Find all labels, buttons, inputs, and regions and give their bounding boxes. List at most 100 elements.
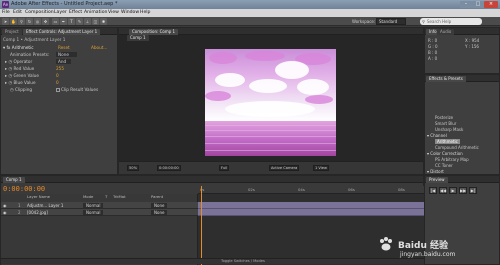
comp-subtab[interactable]: Comp 1 <box>127 35 149 41</box>
eye-icon[interactable]: ◉ <box>3 203 7 208</box>
tab-effect-controls[interactable]: Effect Controls: Adjustment Layer 1 <box>23 29 101 35</box>
magnification-select[interactable]: 50% <box>127 165 139 171</box>
tab-effects-presets[interactable]: Effects & Presets <box>426 76 466 82</box>
timeline-graph[interactable]: 0s 02s 04s 06s 08s <box>198 186 425 265</box>
header-layer-name[interactable]: Layer Name <box>27 194 50 200</box>
menu-composition[interactable]: Composition <box>25 10 54 15</box>
layer-duration-bar[interactable] <box>198 202 425 209</box>
layer-parent-select[interactable]: None <box>151 203 168 208</box>
close-button[interactable]: × <box>484 1 498 8</box>
menu-animation[interactable]: Animation <box>84 10 107 15</box>
hand-tool-icon[interactable]: ✋ <box>10 18 17 25</box>
operator-select[interactable]: And <box>56 59 72 64</box>
layer-mode-select[interactable]: Normal <box>83 203 104 208</box>
layer-row[interactable]: ◉ 2 [0042.jpg] Normal None <box>1 209 198 216</box>
current-time-display[interactable]: 0:00:00:00 <box>157 165 181 171</box>
layer-parent-select[interactable]: None <box>151 210 168 215</box>
first-frame-button[interactable]: |◀ <box>429 187 437 194</box>
stopwatch-icon[interactable]: ◷ <box>8 59 12 64</box>
effects-list-item[interactable]: Unsharp Mask <box>435 127 463 132</box>
header-parent[interactable]: Parent <box>151 194 163 200</box>
pen-tool-icon[interactable]: ✒ <box>60 18 67 25</box>
header-mode[interactable]: Mode <box>83 194 93 200</box>
green-value[interactable]: 0 <box>56 73 59 78</box>
white-cloud <box>249 79 287 93</box>
tab-audio[interactable]: Audio <box>437 29 455 35</box>
search-help-input[interactable]: ⚲ Search Help <box>420 18 482 25</box>
previous-frame-button[interactable]: ◀◀ <box>439 187 447 194</box>
camera-tool-icon[interactable]: ◎ <box>34 18 41 25</box>
brush-tool-icon[interactable]: ✎ <box>76 18 83 25</box>
text-tool-icon[interactable]: T <box>68 18 75 25</box>
time-ruler[interactable]: 0s 02s 04s 06s 08s <box>198 186 425 194</box>
title-bar: Ae Adobe After Effects - Untitled Projec… <box>0 0 500 9</box>
pink-sky-image <box>205 49 336 121</box>
puppet-tool-icon[interactable]: ✱ <box>100 18 107 25</box>
fx-label: fx <box>6 45 11 50</box>
camera-select[interactable]: Active Camera <box>269 165 300 171</box>
ruler-tick: 04s <box>298 187 305 192</box>
menu-file[interactable]: File <box>2 10 10 15</box>
animation-presets-select[interactable]: None <box>56 52 77 57</box>
layer-row[interactable]: ◉ 1 Adjustm... Layer 1 Normal None <box>1 202 198 209</box>
stopwatch-icon[interactable]: ◷ <box>8 80 12 85</box>
menu-effect[interactable]: Effect <box>69 10 82 15</box>
menu-help[interactable]: Help <box>140 10 150 15</box>
rectangle-tool-icon[interactable]: ▭ <box>52 18 59 25</box>
header-t[interactable]: T <box>105 194 107 200</box>
tab-project[interactable]: Project <box>2 29 22 35</box>
menu-view[interactable]: View <box>108 10 119 15</box>
workspace-select[interactable]: Standard <box>376 18 406 25</box>
eye-icon[interactable]: ◉ <box>3 210 7 215</box>
effects-list-item[interactable]: Arithmetic <box>435 139 460 144</box>
tab-preview[interactable]: Preview <box>426 177 448 183</box>
checkbox-icon <box>56 88 60 92</box>
tab-comp-1-timeline[interactable]: Comp 1 <box>3 177 25 183</box>
pan-behind-tool-icon[interactable]: ✥ <box>42 18 49 25</box>
clip-result-checkbox[interactable]: Clip Result Values <box>56 87 98 92</box>
blue-value[interactable]: 0 <box>56 80 59 85</box>
red-value[interactable]: 255 <box>56 66 64 71</box>
timeline-current-time[interactable]: 0:00:00:00 <box>3 185 45 193</box>
effects-list-item[interactable]: Smart Blur <box>435 121 456 126</box>
menu-layer[interactable]: Layer <box>54 10 67 15</box>
zoom-tool-icon[interactable]: ⚲ <box>18 18 25 25</box>
effects-list-item[interactable]: ▾ Distort <box>427 169 444 174</box>
stamp-tool-icon[interactable]: ⊥ <box>84 18 91 25</box>
menu-window[interactable]: Window <box>121 10 139 15</box>
next-frame-button[interactable]: ▶▶ <box>459 187 467 194</box>
layer-name[interactable]: Adjustm... Layer 1 <box>27 203 63 208</box>
composition-canvas[interactable] <box>205 49 336 156</box>
menu-edit[interactable]: Edit <box>13 10 22 15</box>
toggle-switches-modes[interactable]: Toggle Switches / Modes <box>221 259 265 263</box>
maximize-button[interactable]: □ <box>472 1 484 8</box>
viewer-controls-bar: 50% 0:00:00:00 Full Active Camera 1 View <box>119 161 423 174</box>
effects-list-item[interactable]: CC Toner <box>435 163 453 168</box>
stopwatch-icon[interactable]: ◷ <box>8 66 12 71</box>
eraser-tool-icon[interactable]: ◫ <box>92 18 99 25</box>
effect-name[interactable]: ▾ fx Arithmetic <box>3 45 34 50</box>
effects-list-item[interactable]: ▾ Channel <box>427 133 447 138</box>
composition-viewer[interactable]: Comp 1 <box>119 35 423 163</box>
stopwatch-icon[interactable]: ◷ <box>8 73 12 78</box>
effects-list-item[interactable]: Posterize <box>435 115 453 120</box>
effects-list-item[interactable]: ▾ Color Correction <box>427 151 463 156</box>
about-link[interactable]: About... <box>91 45 107 50</box>
header-trkmat[interactable]: TrkMat <box>113 194 126 200</box>
minimize-button[interactable]: – <box>460 1 472 8</box>
stopwatch-icon[interactable]: ◷ <box>10 87 14 92</box>
layer-name[interactable]: [0042.jpg] <box>27 210 48 215</box>
operator-text: Operator <box>13 59 33 64</box>
playhead[interactable] <box>201 186 202 265</box>
effects-list-item[interactable]: PS Arbitrary Map <box>435 157 469 162</box>
effects-list-item[interactable]: Compound Arithmetic <box>435 145 479 150</box>
reset-link[interactable]: Reset <box>58 45 70 50</box>
rotate-tool-icon[interactable]: ↻ <box>26 18 33 25</box>
last-frame-button[interactable]: ▶| <box>469 187 477 194</box>
resolution-select[interactable]: Full <box>219 165 230 171</box>
view-layout-select[interactable]: 1 View <box>313 165 329 171</box>
layer-duration-bar[interactable] <box>198 209 425 216</box>
play-button[interactable]: ▶ <box>449 187 457 194</box>
selection-tool-icon[interactable]: ➤ <box>2 18 9 25</box>
layer-mode-select[interactable]: Normal <box>83 210 104 215</box>
